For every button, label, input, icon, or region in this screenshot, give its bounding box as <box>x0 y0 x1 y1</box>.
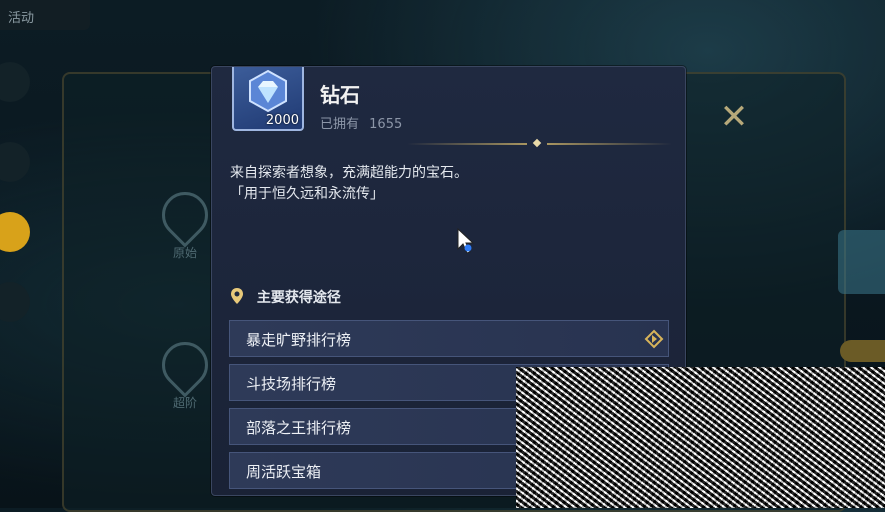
side-tab[interactable] <box>0 282 30 322</box>
source-item-label: 周活跃宝箱 <box>246 463 322 481</box>
sources-title: 主要获得途径 <box>256 290 341 306</box>
background-right-card <box>838 230 885 294</box>
item-icon-frame: 2000 <box>232 67 304 131</box>
background-location-label: 超阶 <box>172 396 197 410</box>
background-tab-label: 活动 <box>8 11 35 26</box>
side-tab-active[interactable] <box>0 212 30 252</box>
background-right-pill <box>840 340 885 362</box>
location-pin-icon <box>152 332 218 398</box>
item-name: 钻石 <box>320 83 360 107</box>
description-line: 来自探索者想象，充满超能力的宝石。 <box>230 165 468 181</box>
item-quantity: 2000 <box>265 113 299 128</box>
sources-heading: 主要获得途径 <box>230 287 341 307</box>
item-description: 来自探索者想象，充满超能力的宝石。 「用于恒久远和永流传」 <box>230 163 468 205</box>
noise-overlay <box>516 367 885 508</box>
close-icon[interactable]: ✕ <box>716 100 752 136</box>
location-pin-icon <box>231 288 243 304</box>
diamond-icon <box>249 69 287 113</box>
owned-value: 1655 <box>369 117 403 132</box>
background-side-tabs <box>0 62 38 442</box>
background-location-label: 原始 <box>172 246 197 260</box>
divider <box>407 138 672 148</box>
cursor-icon <box>457 227 475 254</box>
description-line: 「用于恒久远和永流传」 <box>230 186 384 202</box>
source-item-label: 暴走旷野排行榜 <box>246 331 352 349</box>
source-item-label: 斗技场排行榜 <box>246 375 337 393</box>
side-tab[interactable] <box>0 142 30 182</box>
chevron-right-icon <box>644 329 664 349</box>
source-item[interactable]: 暴走旷野排行榜 <box>229 320 669 357</box>
background-tab[interactable]: 活动 <box>0 0 90 30</box>
owned-count: 已拥有 1655 <box>320 113 402 132</box>
location-pin-icon <box>152 182 218 248</box>
side-tab[interactable] <box>0 62 30 102</box>
owned-label: 已拥有 <box>320 117 360 132</box>
source-item-label: 部落之王排行榜 <box>246 419 352 437</box>
